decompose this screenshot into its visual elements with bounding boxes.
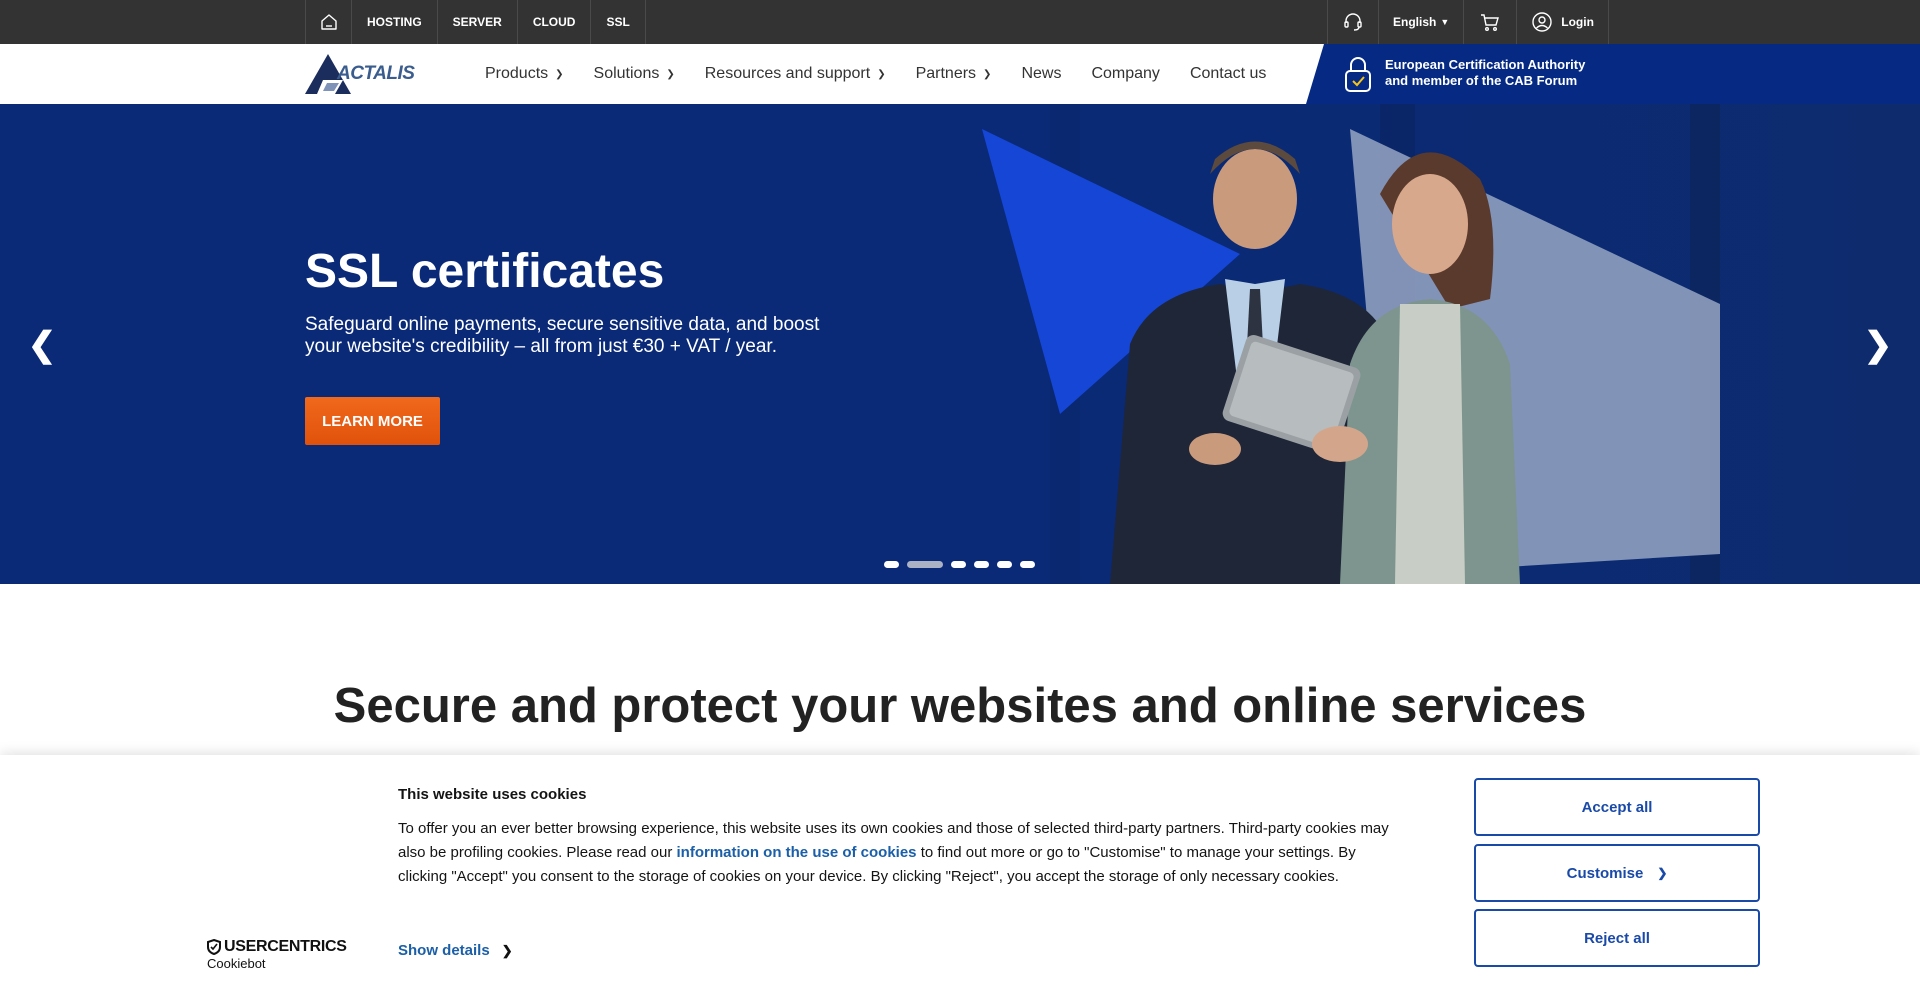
nav-item-contact[interactable]: Contact us: [1190, 65, 1266, 83]
hero-carousel: SSL certificates Safeguard online paymen…: [0, 104, 1920, 584]
cart-icon[interactable]: [1464, 0, 1518, 44]
actalis-logo[interactable]: ACTALIS: [305, 54, 427, 94]
hero-people-image: [982, 129, 1720, 584]
top-links: HOSTING SERVER CLOUD SSL: [305, 0, 646, 44]
nav-item-products[interactable]: Products ❯: [485, 65, 564, 83]
nav-item-news[interactable]: News: [1021, 65, 1061, 83]
login-button[interactable]: Login: [1517, 0, 1609, 44]
cookie-consent-banner: USERCENTRICS Cookiebot This website uses…: [0, 755, 1920, 993]
carousel-dot[interactable]: [1020, 561, 1035, 568]
usercentrics-text: USERCENTRICS: [224, 938, 347, 955]
customise-button[interactable]: Customise ❯: [1474, 844, 1760, 902]
chevron-down-icon: ❯: [983, 68, 992, 80]
cookiebot-text: Cookiebot: [207, 956, 266, 971]
customise-label: Customise: [1566, 864, 1644, 882]
login-label: Login: [1561, 15, 1594, 29]
carousel-dot[interactable]: [951, 561, 966, 568]
reject-all-button[interactable]: Reject all: [1474, 909, 1760, 967]
nav-label: Solutions: [593, 65, 660, 82]
carousel-dot[interactable]: [884, 561, 899, 568]
chevron-right-icon: ❯: [1657, 866, 1668, 880]
top-link-hosting[interactable]: HOSTING: [352, 0, 438, 44]
usercentrics-logo: USERCENTRICS Cookiebot: [207, 938, 347, 971]
chevron-down-icon: ▼: [1440, 17, 1450, 27]
cookie-title: This website uses cookies: [398, 786, 587, 803]
nav-label: Resources and support: [704, 65, 871, 82]
carousel-dot[interactable]: [974, 561, 989, 568]
cab-line-2: and member of the CAB Forum: [1385, 73, 1578, 88]
top-actions: English ▼ Login: [1327, 0, 1609, 44]
usercentrics-brand: USERCENTRICS: [207, 938, 347, 956]
chevron-right-icon: ❯: [501, 942, 513, 958]
cab-line-1: European Certification Authority: [1385, 57, 1586, 72]
cookie-description: To offer you an ever better browsing exp…: [398, 817, 1408, 889]
nav-item-solutions[interactable]: Solutions ❯: [594, 65, 675, 83]
support-headset-icon[interactable]: [1328, 0, 1379, 44]
chevron-down-icon: ❯: [877, 68, 886, 80]
user-icon: [1532, 12, 1552, 32]
show-details-link[interactable]: Show details ❯: [398, 942, 513, 959]
padlock-check-icon: [1345, 57, 1371, 92]
nav-item-partners[interactable]: Partners ❯: [916, 65, 992, 83]
nav-menu: Products ❯ Solutions ❯ Resources and suppo…: [485, 44, 1296, 104]
carousel-dot[interactable]: [997, 561, 1012, 568]
section-heading: Secure and protect your websites and onl…: [333, 679, 1587, 733]
logo-text: ACTALIS: [337, 63, 415, 84]
nav-label: Contact us: [1189, 65, 1267, 82]
language-label: English: [1393, 15, 1437, 29]
carousel-dot-active[interactable]: [907, 561, 943, 568]
nav-label: Partners: [915, 65, 977, 82]
language-selector[interactable]: English ▼: [1379, 0, 1465, 44]
accept-all-button[interactable]: Accept all: [1474, 778, 1760, 836]
nav-item-company[interactable]: Company: [1091, 65, 1159, 83]
nav-item-resources[interactable]: Resources and support ❯: [705, 65, 886, 83]
hero-title: SSL certificates: [305, 245, 665, 298]
top-link-server[interactable]: SERVER: [438, 0, 518, 44]
top-link-ssl[interactable]: SSL: [591, 0, 646, 44]
carousel-indicators: [884, 561, 1035, 568]
cab-forum-badge: European Certification Authority and mem…: [1306, 44, 1920, 104]
top-utility-bar: HOSTING SERVER CLOUD SSL English ▼ Login: [0, 0, 1920, 44]
chevron-left-icon[interactable]: ❮: [27, 326, 57, 364]
learn-more-button[interactable]: LEARN MORE: [305, 397, 440, 445]
cookie-policy-link[interactable]: information on the use of cookies: [677, 844, 917, 861]
cab-text: European Certification Authority and mem…: [1385, 57, 1585, 89]
nav-label: News: [1021, 65, 1062, 82]
chevron-down-icon: ❯: [666, 68, 675, 80]
nav-label: Company: [1091, 65, 1160, 82]
main-navigation: ACTALIS Products ❯ Solutions ❯ Resources a…: [0, 44, 1920, 104]
shield-icon: [207, 939, 221, 955]
nav-label: Products: [485, 65, 549, 82]
chevron-down-icon: ❯: [555, 68, 564, 80]
show-details-label: Show details: [398, 942, 490, 959]
top-link-cloud[interactable]: CLOUD: [518, 0, 592, 44]
hero-subtitle: Safeguard online payments, secure sensit…: [305, 314, 820, 357]
home-icon[interactable]: [306, 0, 352, 44]
chevron-right-icon[interactable]: ❯: [1863, 326, 1893, 364]
